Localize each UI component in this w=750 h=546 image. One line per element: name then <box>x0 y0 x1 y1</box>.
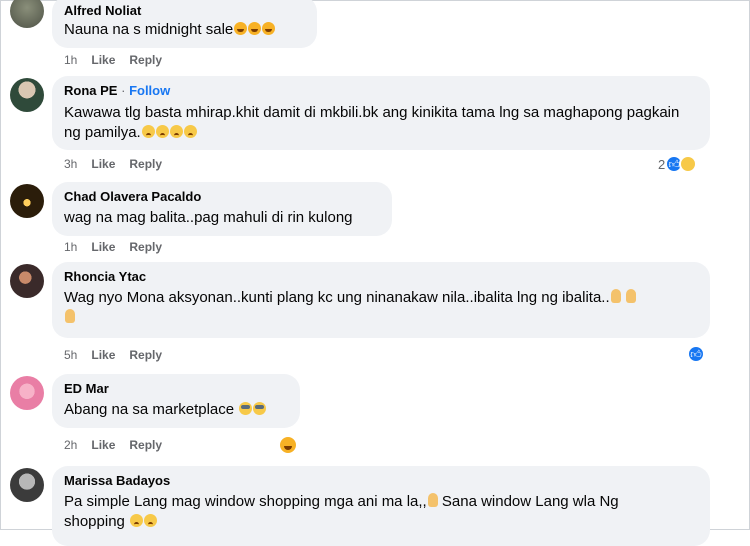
separator-dot: · <box>121 83 126 98</box>
reaction-summary[interactable] <box>276 434 300 456</box>
comment-actions: 5h Like Reply <box>64 348 176 362</box>
like-icon: 👍︎ <box>687 345 705 363</box>
comment-author: Rona PE · Follow <box>64 83 698 99</box>
comment-text: Pa simple Lang mag window shopping mga a… <box>64 493 619 530</box>
reaction-count: 2 <box>658 156 666 172</box>
sad-face-icon <box>183 125 197 138</box>
comment-text: Nauna na s midnight sale <box>64 20 305 40</box>
like-button[interactable]: Like <box>91 348 115 362</box>
sunglasses-face-icon <box>239 402 253 415</box>
comment-author[interactable]: Marissa Badayos <box>64 473 698 489</box>
comment-actions: 1h Like Reply <box>64 53 176 67</box>
comment-author[interactable]: Chad Olavera Pacaldo <box>64 189 380 205</box>
reply-button[interactable]: Reply <box>129 157 162 171</box>
like-button[interactable]: Like <box>91 240 115 254</box>
avatar[interactable] <box>10 0 44 28</box>
reaction-summary[interactable]: 👍︎ <box>685 344 707 364</box>
comment-time[interactable]: 3h <box>64 157 77 171</box>
comment-actions: 3h Like Reply <box>64 157 176 171</box>
reaction-summary[interactable]: 2 👍︎ <box>656 154 700 174</box>
comment-time[interactable]: 5h <box>64 348 77 362</box>
comment-time[interactable]: 2h <box>64 438 77 452</box>
comment-actions: 2h Like Reply <box>64 438 176 452</box>
comment-bubble: Rona PE · Follow Kawawa tlg basta mhirap… <box>52 76 710 150</box>
comment-text: Wag nyo Mona aksyonan..kunti plang kc un… <box>64 288 698 328</box>
reply-button[interactable]: Reply <box>129 438 162 452</box>
author-name[interactable]: Rona PE <box>64 83 117 98</box>
comment-bubble: Rhoncia Ytac Wag nyo Mona aksyonan..kunt… <box>52 262 710 338</box>
sad-face-icon <box>679 155 698 173</box>
comment-text: Kawawa tlg basta mhirap.khit damit di mk… <box>64 104 680 141</box>
avatar[interactable] <box>10 468 44 502</box>
reply-button[interactable]: Reply <box>129 240 162 254</box>
hand-icon <box>65 309 75 323</box>
sad-face-icon <box>130 514 144 527</box>
comment-actions: 1h Like Reply <box>64 240 176 254</box>
comment-author[interactable]: Rhoncia Ytac <box>64 269 698 285</box>
like-button[interactable]: Like <box>91 157 115 171</box>
hand-icon <box>610 289 621 303</box>
comment-time[interactable]: 1h <box>64 53 77 67</box>
like-button[interactable]: Like <box>91 438 115 452</box>
follow-button[interactable]: Follow <box>129 83 170 98</box>
comment-bubble: Marissa Badayos Pa simple Lang mag windo… <box>52 466 710 546</box>
reply-button[interactable]: Reply <box>129 53 162 67</box>
comment-text: wag na mag balita..pag mahuli di rin kul… <box>64 209 353 226</box>
comment-author[interactable]: Alfred Noliat <box>64 3 305 19</box>
like-button[interactable]: Like <box>91 53 115 67</box>
avatar[interactable] <box>10 264 44 298</box>
laughing-face-icon <box>262 22 276 35</box>
avatar[interactable] <box>10 184 44 218</box>
sad-face-icon <box>141 125 155 138</box>
comment-bubble: Alfred Noliat Nauna na s midnight sale <box>52 0 317 48</box>
comment-text: Abang na sa marketplace <box>64 400 288 420</box>
comment-bubble: Chad Olavera Pacaldo wag na mag balita..… <box>52 182 392 236</box>
laughing-face-icon <box>248 22 262 35</box>
sad-face-icon <box>144 514 158 527</box>
avatar[interactable] <box>10 78 44 112</box>
laughing-face-icon <box>278 435 298 455</box>
sad-face-icon <box>169 125 183 138</box>
reply-button[interactable]: Reply <box>129 348 162 362</box>
sad-face-icon <box>155 125 169 138</box>
comment-time[interactable]: 1h <box>64 240 77 254</box>
comment-author[interactable]: ED Mar <box>64 381 288 397</box>
sunglasses-face-icon <box>253 402 267 415</box>
laughing-face-icon <box>234 22 248 35</box>
hand-icon <box>427 493 438 507</box>
hand-icon <box>625 289 636 303</box>
avatar[interactable] <box>10 376 44 410</box>
comment-bubble: ED Mar Abang na sa marketplace <box>52 374 300 428</box>
